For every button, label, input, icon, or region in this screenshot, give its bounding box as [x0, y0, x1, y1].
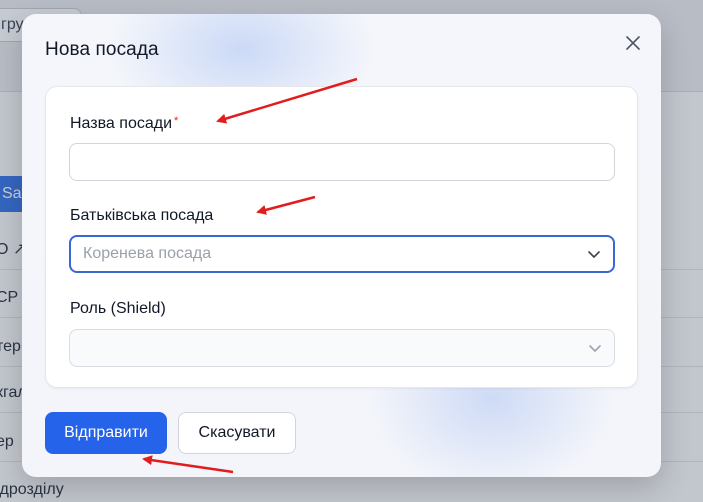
position-name-input[interactable]	[69, 143, 615, 181]
submit-button[interactable]: Відправити	[45, 412, 167, 454]
role-label: Роль (Shield)	[70, 300, 166, 317]
cancel-button[interactable]: Скасувати	[178, 412, 296, 454]
role-select[interactable]	[69, 329, 615, 367]
chevron-down-icon	[589, 345, 601, 352]
new-position-dialog: Нова посада Назва посади * Батьківська по…	[22, 14, 661, 477]
dialog-title: Нова посада	[45, 39, 159, 60]
parent-position-select[interactable]: Коренева посада	[69, 235, 615, 273]
form-card: Назва посади * Батьківська посада Коренев…	[45, 86, 638, 388]
parent-position-placeholder: Коренева посада	[83, 245, 212, 262]
chevron-down-icon	[588, 251, 600, 258]
position-name-label-text: Назва посади	[70, 115, 173, 132]
close-icon	[626, 36, 640, 50]
close-button[interactable]	[622, 32, 644, 54]
position-name-label: Назва посади *	[70, 115, 178, 133]
required-mark: *	[174, 115, 179, 127]
parent-position-label: Батьківська посада	[70, 207, 214, 224]
